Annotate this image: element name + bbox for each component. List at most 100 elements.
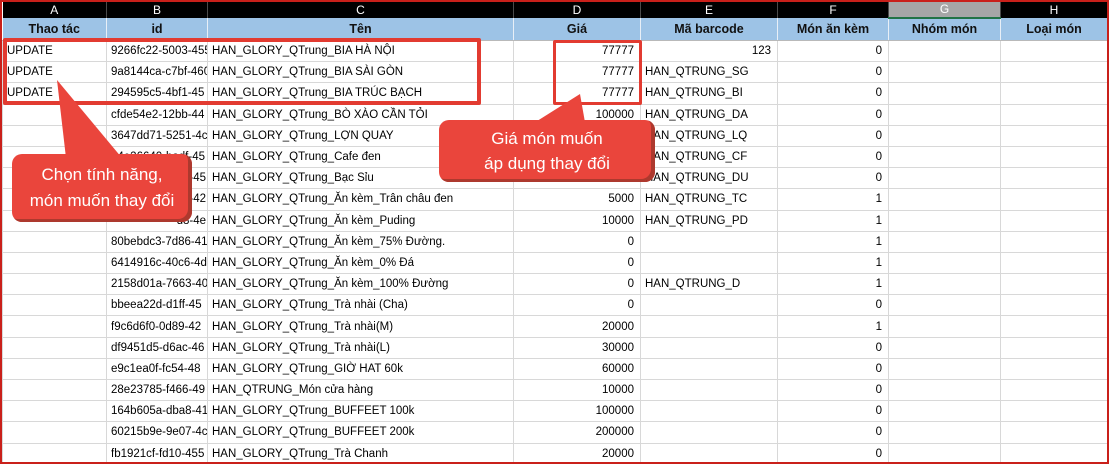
cell-loai-mon[interactable] bbox=[1001, 104, 1108, 125]
cell-mon-an-kem[interactable]: 0 bbox=[778, 422, 889, 443]
cell-loai-mon[interactable] bbox=[1001, 316, 1108, 337]
cell-name[interactable]: HAN_GLORY_QTrung_Trà nhài(L) bbox=[208, 337, 514, 358]
cell-action[interactable] bbox=[3, 252, 107, 273]
cell-nhom-mon[interactable] bbox=[889, 168, 1001, 189]
cell-nhom-mon[interactable] bbox=[889, 62, 1001, 83]
cell-name[interactable]: HAN_GLORY_QTrung_Trà nhài(M) bbox=[208, 316, 514, 337]
cell-name[interactable]: HAN_GLORY_QTrung_Ăn kèm_Trân châu đen bbox=[208, 189, 514, 210]
cell-mon-an-kem[interactable]: 0 bbox=[778, 168, 889, 189]
column-letter-c[interactable]: C bbox=[208, 2, 514, 18]
cell-gia[interactable]: 77777 bbox=[514, 83, 641, 104]
cell-action[interactable] bbox=[3, 274, 107, 295]
cell-id[interactable]: 28e23785-f466-49 bbox=[107, 380, 208, 401]
cell-nhom-mon[interactable] bbox=[889, 125, 1001, 146]
cell-mon-an-kem[interactable]: 0 bbox=[778, 337, 889, 358]
cell-name[interactable]: HAN_GLORY_QTrung_BIA HÀ NỘI bbox=[208, 41, 514, 62]
cell-mon-an-kem[interactable]: 0 bbox=[778, 358, 889, 379]
cell-id[interactable]: bbeea22d-d1ff-45 bbox=[107, 295, 208, 316]
column-letter-d[interactable]: D bbox=[514, 2, 641, 18]
cell-nhom-mon[interactable] bbox=[889, 422, 1001, 443]
cell-mon-an-kem[interactable]: 1 bbox=[778, 252, 889, 273]
cell-nhom-mon[interactable] bbox=[889, 380, 1001, 401]
cell-gia[interactable]: 0 bbox=[514, 295, 641, 316]
cell-loai-mon[interactable] bbox=[1001, 252, 1108, 273]
cell-name[interactable]: HAN_GLORY_QTrung_Ăn kèm_75% Đường. bbox=[208, 231, 514, 252]
cell-action[interactable]: UPDATE bbox=[3, 41, 107, 62]
cell-loai-mon[interactable] bbox=[1001, 125, 1108, 146]
header-ma-barcode[interactable]: Mã barcode bbox=[641, 18, 778, 41]
cell-barcode[interactable]: HAN_QTRUNG_LQ bbox=[641, 125, 778, 146]
cell-action[interactable] bbox=[3, 401, 107, 422]
cell-action[interactable] bbox=[3, 358, 107, 379]
cell-gia[interactable]: 30000 bbox=[514, 337, 641, 358]
cell-action[interactable] bbox=[3, 231, 107, 252]
cell-loai-mon[interactable] bbox=[1001, 358, 1108, 379]
cell-gia[interactable]: 10000 bbox=[514, 380, 641, 401]
cell-loai-mon[interactable] bbox=[1001, 41, 1108, 62]
cell-action[interactable] bbox=[3, 422, 107, 443]
cell-barcode[interactable]: HAN_QTRUNG_PD bbox=[641, 210, 778, 231]
cell-barcode[interactable]: HAN_QTRUNG_SG bbox=[641, 62, 778, 83]
cell-id[interactable]: 294595c5-4bf1-45 bbox=[107, 83, 208, 104]
header-thao-tac[interactable]: Thao tác bbox=[3, 18, 107, 41]
cell-barcode[interactable] bbox=[641, 295, 778, 316]
cell-barcode[interactable] bbox=[641, 422, 778, 443]
cell-gia[interactable]: 60000 bbox=[514, 358, 641, 379]
cell-name[interactable]: HAN_GLORY_QTrung_Ăn kèm_Puding bbox=[208, 210, 514, 231]
cell-action[interactable]: UPDATE bbox=[3, 62, 107, 83]
header-ten[interactable]: Tên bbox=[208, 18, 514, 41]
cell-mon-an-kem[interactable]: 0 bbox=[778, 62, 889, 83]
cell-gia[interactable]: 77777 bbox=[514, 41, 641, 62]
cell-id[interactable]: 80bebdc3-7d86-41 bbox=[107, 231, 208, 252]
cell-id[interactable]: 9266fc22-5003-455 bbox=[107, 41, 208, 62]
cell-mon-an-kem[interactable]: 0 bbox=[778, 83, 889, 104]
cell-loai-mon[interactable] bbox=[1001, 168, 1108, 189]
cell-loai-mon[interactable] bbox=[1001, 337, 1108, 358]
cell-id[interactable]: 60215b9e-9e07-4c bbox=[107, 422, 208, 443]
cell-action[interactable] bbox=[3, 316, 107, 337]
cell-id[interactable]: 9a8144ca-c7bf-460 bbox=[107, 62, 208, 83]
cell-loai-mon[interactable] bbox=[1001, 83, 1108, 104]
cell-loai-mon[interactable] bbox=[1001, 401, 1108, 422]
cell-mon-an-kem[interactable]: 0 bbox=[778, 295, 889, 316]
cell-gia[interactable]: 5000 bbox=[514, 189, 641, 210]
cell-barcode[interactable]: 123 bbox=[641, 41, 778, 62]
cell-name[interactable]: HAN_QTRUNG_Món cửa hàng bbox=[208, 380, 514, 401]
cell-loai-mon[interactable] bbox=[1001, 231, 1108, 252]
cell-barcode[interactable] bbox=[641, 358, 778, 379]
cell-loai-mon[interactable] bbox=[1001, 62, 1108, 83]
cell-mon-an-kem[interactable]: 0 bbox=[778, 125, 889, 146]
cell-gia[interactable]: 100000 bbox=[514, 401, 641, 422]
cell-loai-mon[interactable] bbox=[1001, 295, 1108, 316]
cell-nhom-mon[interactable] bbox=[889, 337, 1001, 358]
cell-id[interactable]: 6414916c-40c6-4d bbox=[107, 252, 208, 273]
cell-mon-an-kem[interactable]: 1 bbox=[778, 210, 889, 231]
cell-loai-mon[interactable] bbox=[1001, 422, 1108, 443]
cell-name[interactable]: HAN_GLORY_QTrung_BUFFEET 100k bbox=[208, 401, 514, 422]
column-letter-h[interactable]: H bbox=[1001, 2, 1108, 18]
column-letter-a[interactable]: A bbox=[3, 2, 107, 18]
cell-mon-an-kem[interactable]: 0 bbox=[778, 146, 889, 167]
cell-mon-an-kem[interactable]: 1 bbox=[778, 231, 889, 252]
cell-mon-an-kem[interactable]: 0 bbox=[778, 41, 889, 62]
column-letter-f[interactable]: F bbox=[778, 2, 889, 18]
cell-action[interactable] bbox=[3, 337, 107, 358]
cell-mon-an-kem[interactable]: 0 bbox=[778, 401, 889, 422]
cell-id[interactable]: 3647dd71-5251-4c bbox=[107, 125, 208, 146]
cell-id[interactable]: 2158d01a-7663-40 bbox=[107, 274, 208, 295]
cell-gia[interactable]: 0 bbox=[514, 231, 641, 252]
cell-nhom-mon[interactable] bbox=[889, 189, 1001, 210]
cell-loai-mon[interactable] bbox=[1001, 380, 1108, 401]
cell-name[interactable]: HAN_GLORY_QTrung_Trà nhài (Cha) bbox=[208, 295, 514, 316]
column-letter-e[interactable]: E bbox=[641, 2, 778, 18]
header-nhom-mon[interactable]: Nhóm món bbox=[889, 18, 1001, 41]
header-loai-mon[interactable]: Loại món bbox=[1001, 18, 1108, 41]
cell-nhom-mon[interactable] bbox=[889, 83, 1001, 104]
cell-mon-an-kem[interactable]: 0 bbox=[778, 380, 889, 401]
cell-nhom-mon[interactable] bbox=[889, 231, 1001, 252]
cell-id[interactable]: 164b605a-dba8-41 bbox=[107, 401, 208, 422]
cell-nhom-mon[interactable] bbox=[889, 295, 1001, 316]
column-letter-b[interactable]: B bbox=[107, 2, 208, 18]
cell-barcode[interactable] bbox=[641, 337, 778, 358]
cell-barcode[interactable] bbox=[641, 380, 778, 401]
